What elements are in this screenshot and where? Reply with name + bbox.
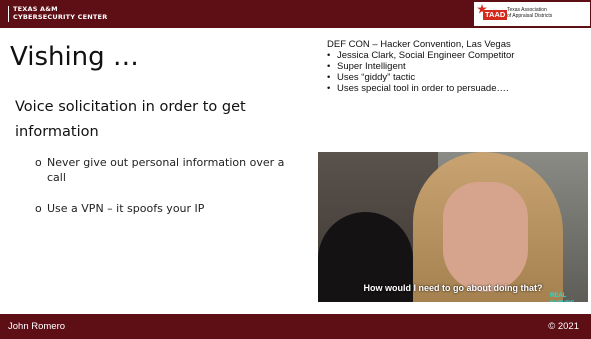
notes-item-text: Uses “giddy” tactic bbox=[337, 72, 416, 83]
bullet-marker: o bbox=[35, 202, 42, 215]
notes-bullet: • bbox=[327, 50, 331, 61]
org-logo-text: TEXAS A&M CYBERSECURITY CENTER bbox=[13, 5, 107, 21]
bullet-text: Use a VPN – it spoofs your IP bbox=[47, 202, 205, 215]
notes-item-text: Super Intelligent bbox=[337, 61, 406, 72]
slide-title: Vishing … bbox=[10, 42, 139, 72]
taad-name: Texas Association of Appraisal Districts bbox=[507, 7, 552, 19]
org-line-1: TEXAS A&M bbox=[13, 5, 58, 13]
video-logo: REAL FUTURE bbox=[550, 293, 574, 302]
video-frame[interactable]: How would I need to go about doing that?… bbox=[318, 152, 588, 302]
notes-panel: DEF CON – Hacker Convention, Las Vegas •… bbox=[327, 39, 589, 94]
notes-list: • Jessica Clark, Social Engineer Competit… bbox=[327, 50, 589, 94]
bullet-marker: o bbox=[35, 156, 42, 169]
slide-subtitle: Voice solicitation in order to get infor… bbox=[15, 99, 246, 140]
footer-bar: John Romero © 2021 bbox=[0, 314, 591, 339]
notes-bullet: • bbox=[327, 72, 331, 83]
footer-copyright: © 2021 bbox=[548, 321, 579, 332]
notes-title: DEF CON – Hacker Convention, Las Vegas bbox=[327, 39, 511, 50]
slide: TEXAS A&M CYBERSECURITY CENTER TAAD Texa… bbox=[0, 0, 591, 339]
header-bar: TEXAS A&M CYBERSECURITY CENTER TAAD Texa… bbox=[0, 0, 591, 28]
bullet-item: o Use a VPN – it spoofs your IP bbox=[35, 201, 300, 216]
notes-bullet: • bbox=[327, 83, 331, 94]
notes-bullet: • bbox=[327, 61, 331, 72]
header-divider bbox=[8, 6, 9, 22]
footer-author: John Romero bbox=[8, 321, 66, 332]
notes-item-text: Jessica Clark, Social Engineer Competito… bbox=[337, 50, 515, 61]
bullet-text: Never give out personal information over… bbox=[47, 156, 285, 184]
bullet-list: o Never give out personal information ov… bbox=[35, 155, 300, 232]
notes-item: • Jessica Clark, Social Engineer Competit… bbox=[327, 50, 589, 61]
taad-mark: TAAD bbox=[483, 10, 508, 20]
video-caption: How would I need to go about doing that? bbox=[363, 283, 543, 293]
notes-item: • Uses special tool in order to persuade…… bbox=[327, 83, 589, 94]
notes-item: • Uses “giddy” tactic bbox=[327, 72, 589, 83]
taad-logo: TAAD Texas Association of Appraisal Dist… bbox=[474, 2, 590, 26]
notes-item-text: Uses special tool in order to persuade…. bbox=[337, 83, 509, 94]
org-line-2: CYBERSECURITY CENTER bbox=[13, 13, 108, 21]
bullet-item: o Never give out personal information ov… bbox=[35, 155, 300, 185]
notes-item: • Super Intelligent bbox=[327, 61, 589, 72]
taad-line-2: of Appraisal Districts bbox=[507, 13, 553, 19]
video-subject-face bbox=[443, 182, 528, 292]
